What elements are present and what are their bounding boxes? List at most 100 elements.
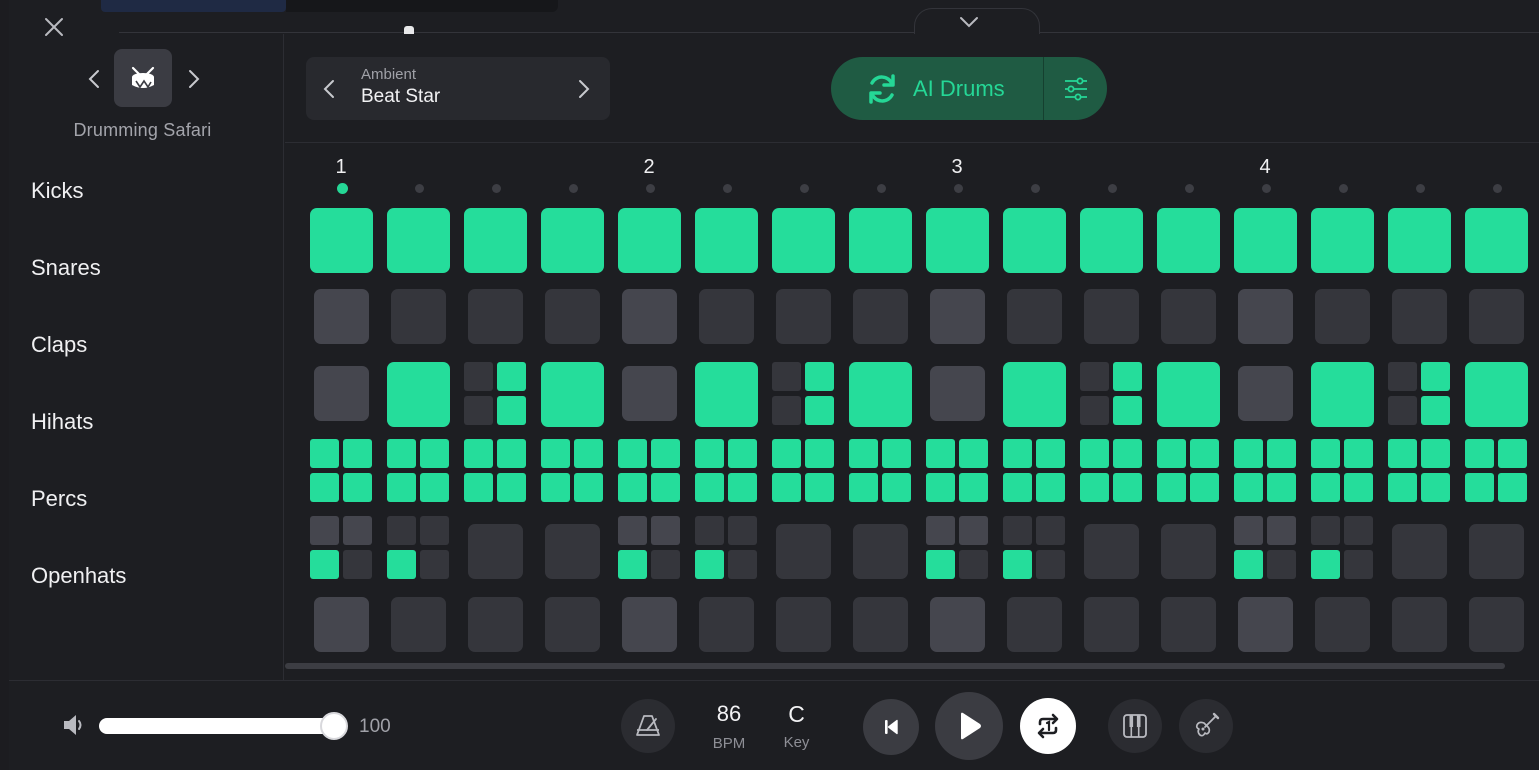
substep-cell[interactable] [849, 439, 878, 468]
substep-cell[interactable] [695, 516, 724, 545]
substep-cell[interactable] [882, 473, 911, 502]
play-button[interactable] [935, 692, 1003, 760]
step-cell[interactable] [853, 597, 908, 652]
track-label-percs[interactable]: Percs [31, 486, 87, 512]
step-cell[interactable] [1161, 289, 1216, 344]
step-cell[interactable] [695, 208, 758, 273]
substep-cell[interactable] [1388, 473, 1417, 502]
step-cell[interactable] [464, 208, 527, 273]
substep-cell[interactable] [1267, 439, 1296, 468]
substep-cell[interactable] [420, 473, 449, 502]
step-cell[interactable] [1084, 597, 1139, 652]
metronome-button[interactable] [621, 699, 675, 753]
step-cell[interactable] [468, 597, 523, 652]
ai-settings-button[interactable] [1044, 57, 1107, 120]
step-cell[interactable] [849, 362, 912, 427]
step-cell[interactable] [622, 366, 677, 421]
step-cell[interactable] [1392, 524, 1447, 579]
restart-button[interactable] [863, 699, 919, 755]
substep-cell[interactable] [464, 396, 493, 425]
substep-cell[interactable] [420, 439, 449, 468]
pattern-prev-button[interactable] [314, 74, 344, 104]
substep-cell[interactable] [1465, 473, 1494, 502]
step-cell[interactable] [1388, 208, 1451, 273]
substep-cell[interactable] [1003, 439, 1032, 468]
substep-cell[interactable] [1234, 439, 1263, 468]
step-cell[interactable] [699, 597, 754, 652]
substep-cell[interactable] [420, 516, 449, 545]
substep-cell[interactable] [497, 362, 526, 391]
substep-cell[interactable] [728, 439, 757, 468]
step-cell[interactable] [1392, 597, 1447, 652]
substep-cell[interactable] [1421, 473, 1450, 502]
substep-cell[interactable] [772, 473, 801, 502]
substep-cell[interactable] [651, 473, 680, 502]
substep-cell[interactable] [497, 473, 526, 502]
step-cell[interactable] [699, 289, 754, 344]
substep-cell[interactable] [1234, 550, 1263, 579]
substep-cell[interactable] [387, 516, 416, 545]
substep-cell[interactable] [420, 550, 449, 579]
substep-cell[interactable] [464, 473, 493, 502]
step-cell[interactable] [776, 289, 831, 344]
substep-cell[interactable] [464, 362, 493, 391]
track-label-snares[interactable]: Snares [31, 255, 101, 281]
step-cell[interactable] [1007, 597, 1062, 652]
step-cell[interactable] [1157, 362, 1220, 427]
substep-cell[interactable] [805, 396, 834, 425]
substep-cell[interactable] [1465, 439, 1494, 468]
step-cell[interactable] [1080, 208, 1143, 273]
substep-cell[interactable] [728, 473, 757, 502]
substep-cell[interactable] [310, 516, 339, 545]
substep-cell[interactable] [1344, 439, 1373, 468]
step-cell[interactable] [695, 362, 758, 427]
substep-cell[interactable] [1344, 516, 1373, 545]
step-cell[interactable] [1084, 289, 1139, 344]
ai-drums-button[interactable]: AI Drums [831, 57, 1043, 120]
step-cell[interactable] [1315, 597, 1370, 652]
substep-cell[interactable] [1003, 516, 1032, 545]
substep-cell[interactable] [387, 439, 416, 468]
step-cell[interactable] [391, 289, 446, 344]
substep-cell[interactable] [1113, 439, 1142, 468]
step-cell[interactable] [1469, 289, 1524, 344]
substep-cell[interactable] [1388, 396, 1417, 425]
substep-cell[interactable] [464, 439, 493, 468]
substep-cell[interactable] [805, 473, 834, 502]
substep-cell[interactable] [772, 439, 801, 468]
step-cell[interactable] [1238, 289, 1293, 344]
substep-cell[interactable] [618, 439, 647, 468]
substep-cell[interactable] [805, 362, 834, 391]
step-cell[interactable] [1161, 597, 1216, 652]
step-cell[interactable] [853, 524, 908, 579]
volume-slider[interactable] [99, 718, 335, 734]
substep-cell[interactable] [1344, 473, 1373, 502]
step-cell[interactable] [930, 289, 985, 344]
track-label-hihats[interactable]: Hihats [31, 409, 93, 435]
step-cell[interactable] [772, 208, 835, 273]
substep-cell[interactable] [1344, 550, 1373, 579]
step-cell[interactable] [1238, 597, 1293, 652]
substep-cell[interactable] [310, 439, 339, 468]
substep-cell[interactable] [1388, 362, 1417, 391]
substep-cell[interactable] [618, 516, 647, 545]
step-cell[interactable] [387, 208, 450, 273]
step-cell[interactable] [853, 289, 908, 344]
substep-cell[interactable] [618, 473, 647, 502]
step-cell[interactable] [391, 597, 446, 652]
step-cell[interactable] [468, 524, 523, 579]
step-cell[interactable] [1465, 362, 1528, 427]
pattern-next-button[interactable] [569, 74, 599, 104]
substep-cell[interactable] [959, 550, 988, 579]
substep-cell[interactable] [343, 516, 372, 545]
substep-cell[interactable] [1388, 439, 1417, 468]
step-cell[interactable] [314, 597, 369, 652]
substep-cell[interactable] [1080, 473, 1109, 502]
step-cell[interactable] [545, 524, 600, 579]
substep-cell[interactable] [695, 550, 724, 579]
step-cell[interactable] [1392, 289, 1447, 344]
substep-cell[interactable] [497, 396, 526, 425]
substep-cell[interactable] [1311, 516, 1340, 545]
step-cell[interactable] [387, 362, 450, 427]
substep-cell[interactable] [1498, 439, 1527, 468]
